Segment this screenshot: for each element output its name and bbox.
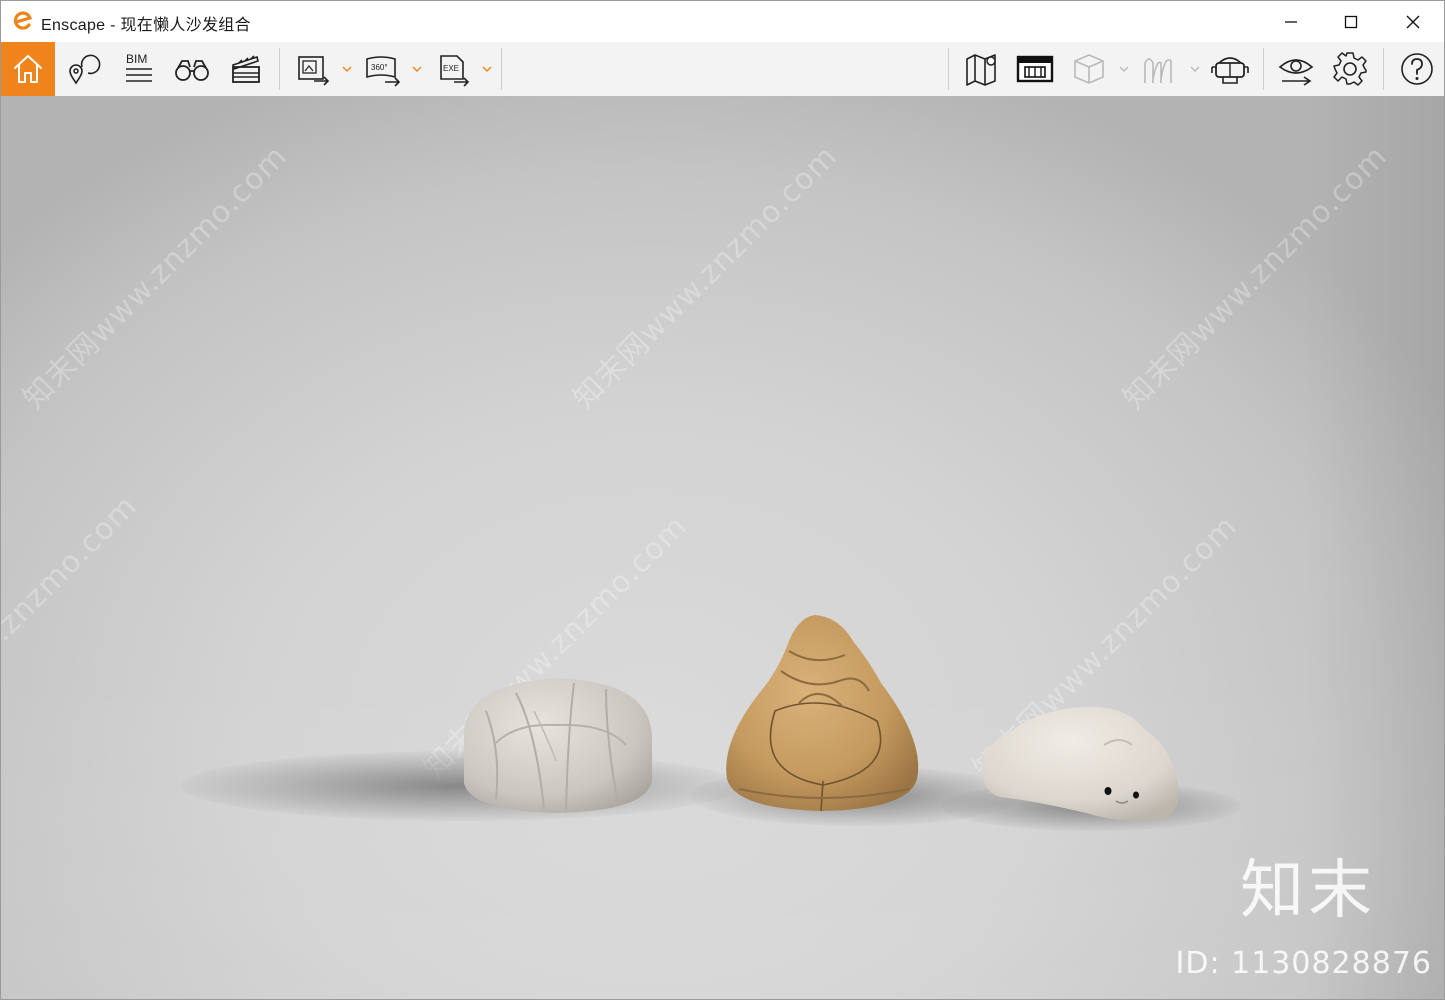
window-title: Enscape - 现在懒人沙发组合 <box>41 17 251 34</box>
toolbar-separator <box>501 48 502 90</box>
map-button[interactable] <box>954 42 1008 96</box>
beanbag-chair[interactable] <box>719 611 929 816</box>
asset-library-icon <box>1016 55 1054 83</box>
chevron-down-icon <box>342 66 352 72</box>
image-export-icon <box>298 56 330 86</box>
render-image-button[interactable] <box>285 42 339 96</box>
cube-icon <box>1074 54 1104 84</box>
help-icon <box>1401 53 1433 85</box>
settings-button[interactable] <box>1323 42 1377 96</box>
visual-settings-button[interactable] <box>1269 42 1323 96</box>
exe-export-button[interactable]: EXE <box>425 42 479 96</box>
views-button[interactable] <box>57 42 111 96</box>
bim-icon: BIM <box>126 52 152 82</box>
pumpkin-armchair[interactable] <box>456 671 661 816</box>
location-pins-icon <box>69 54 101 85</box>
title-bar[interactable]: Enscape - 现在懒人沙发组合 <box>1 1 1444 42</box>
render-viewport[interactable]: 知末网www.znzmo.com 知末网www.znzmo.com 知末网www… <box>1 96 1444 999</box>
minimize-button[interactable] <box>1261 1 1321 42</box>
close-button[interactable] <box>1383 1 1443 42</box>
watermark-logo: 知末 <box>1240 854 1376 928</box>
toolbar-separator <box>1383 48 1384 90</box>
video-editor-button[interactable] <box>219 42 273 96</box>
cube-button[interactable] <box>1062 42 1116 96</box>
maximize-button[interactable] <box>1321 1 1381 42</box>
atmosphere-button[interactable] <box>1132 42 1186 96</box>
home-button[interactable] <box>1 42 55 96</box>
binoculars-icon <box>175 60 209 81</box>
exe-export-icon: EXE <box>440 55 470 87</box>
toolbar-separator <box>279 48 280 90</box>
close-icon <box>1406 15 1420 28</box>
gear-icon <box>1333 52 1367 86</box>
toolbar-separator <box>1263 48 1264 90</box>
help-button[interactable] <box>1390 42 1444 96</box>
enscape-logo-icon <box>13 11 33 30</box>
render-image-dropdown[interactable] <box>340 42 354 96</box>
vr-headset-button[interactable] <box>1203 42 1257 96</box>
enscape-toolbar: BIM 360° EXE <box>1 42 1444 130</box>
toolbar-separator <box>948 48 949 90</box>
map-icon <box>966 54 996 86</box>
chevron-down-icon <box>412 66 422 72</box>
watermark-text: 知末网www.znzmo.com <box>566 138 845 417</box>
binoculars-button[interactable] <box>165 42 219 96</box>
vr-headset-icon <box>1211 57 1249 84</box>
panorama-export-icon: 360° <box>366 56 401 87</box>
polar-bear-pouf[interactable] <box>976 701 1186 826</box>
minimize-icon <box>1285 20 1297 23</box>
chevron-down-icon <box>482 66 492 72</box>
panorama-button[interactable]: 360° <box>355 42 409 96</box>
enscape-window: Enscape - 现在懒人沙发组合 BIM 360° EXE 知末网www.z… <box>0 0 1445 1000</box>
panorama-dropdown[interactable] <box>410 42 424 96</box>
watermark-id: ID: 1130828876 <box>1175 946 1432 981</box>
exe-label: EXE <box>443 64 459 73</box>
eye-icon <box>1278 59 1314 86</box>
atmosphere-dropdown[interactable] <box>1188 42 1202 96</box>
panorama-label: 360° <box>371 63 388 72</box>
bim-label: BIM <box>126 52 147 66</box>
clapperboard-icon <box>232 55 260 83</box>
chevron-down-icon <box>1119 66 1129 72</box>
asset-library-button[interactable] <box>1008 42 1062 96</box>
home-icon <box>14 55 42 83</box>
watermark-text: 知末网www.znzmo.com <box>16 138 295 417</box>
bim-button[interactable]: BIM <box>111 42 165 96</box>
cube-dropdown[interactable] <box>1117 42 1131 96</box>
exe-export-dropdown[interactable] <box>480 42 494 96</box>
maximize-icon <box>1344 15 1358 28</box>
atmosphere-icon <box>1144 58 1172 83</box>
chevron-down-icon <box>1190 66 1200 72</box>
